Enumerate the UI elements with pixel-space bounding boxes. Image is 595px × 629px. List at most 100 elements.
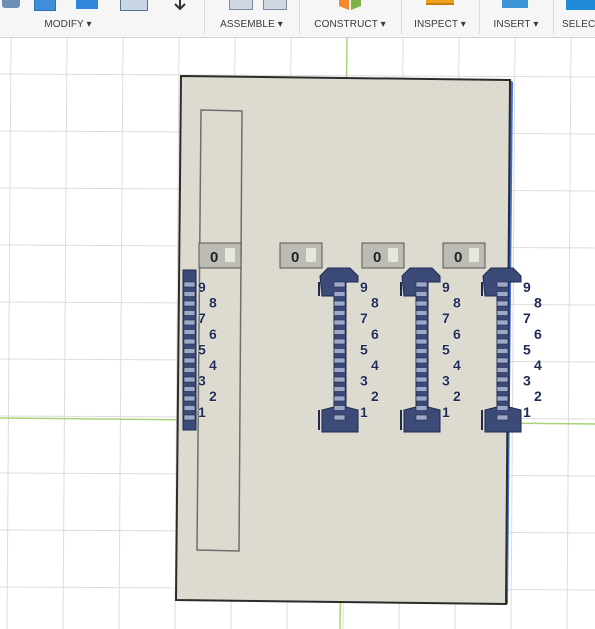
select-group[interactable]: SELECT xyxy=(554,0,595,37)
scale-digit: 1 xyxy=(360,404,368,420)
scale-digit: 9 xyxy=(442,279,450,295)
scale-digit: 8 xyxy=(209,295,217,311)
slider-tooth xyxy=(415,291,428,297)
scale-digit: 7 xyxy=(198,310,206,326)
slider-tooth xyxy=(415,386,428,392)
offset-plane-icon[interactable] xyxy=(337,0,363,10)
slider-tooth xyxy=(183,291,196,297)
scale-digit: 9 xyxy=(523,279,531,295)
scale-digit: 5 xyxy=(360,341,368,357)
slider-tooth xyxy=(183,338,196,345)
combine-icon[interactable] xyxy=(120,0,148,11)
slider-tooth xyxy=(496,319,509,326)
readout-notch xyxy=(469,248,479,262)
modify-group[interactable]: MODIFY ▾ xyxy=(0,0,200,37)
canvas-drawing[interactable]: 0987654321098765432109876543210987654321 xyxy=(0,38,595,629)
slider-tooth xyxy=(333,405,346,411)
scale-digit: 1 xyxy=(198,404,206,420)
assemble-group[interactable]: ASSEMBLE ▾ xyxy=(205,0,298,37)
scale-digit: 4 xyxy=(371,357,379,373)
readout-notch xyxy=(388,248,398,262)
joint-icon[interactable] xyxy=(263,0,287,10)
new-component-icon[interactable] xyxy=(229,0,253,10)
slider-tooth xyxy=(496,376,509,383)
readout-value: 0 xyxy=(210,249,218,266)
slider-tooth xyxy=(496,405,509,411)
scale-digit: 8 xyxy=(453,295,461,311)
insert-menu[interactable]: INSERT ▾ xyxy=(480,19,552,30)
scale-digit: 5 xyxy=(198,341,206,357)
slider-tooth xyxy=(333,376,346,383)
slider-tooth xyxy=(496,395,509,402)
slider-tooth xyxy=(333,319,346,326)
readout-value: 0 xyxy=(373,249,381,266)
slider-tooth xyxy=(333,310,346,316)
slider-tooth xyxy=(415,310,428,316)
design-canvas[interactable]: 0987654321098765432109876543210987654321 xyxy=(0,38,595,629)
slider-tooth xyxy=(183,300,196,307)
inspect-group[interactable]: INSPECT ▾ xyxy=(402,0,478,37)
scale-digit: 5 xyxy=(442,341,450,357)
slider-tooth xyxy=(496,414,509,421)
scale-digit: 7 xyxy=(523,310,531,326)
scale-digit: 2 xyxy=(371,388,379,404)
slider-tooth xyxy=(183,395,196,402)
slider-tooth xyxy=(496,310,509,316)
grid-line xyxy=(62,38,68,629)
slider-tooth xyxy=(183,319,196,326)
select-icon[interactable] xyxy=(566,0,595,10)
slider-tooth xyxy=(333,367,346,373)
slider-tooth xyxy=(333,291,346,297)
slider-tooth xyxy=(496,291,509,297)
slider-tooth xyxy=(333,329,346,335)
scale-digit: 6 xyxy=(209,326,217,342)
slider-tooth xyxy=(496,281,509,288)
insert-image-icon[interactable] xyxy=(502,0,528,8)
slider-tooth xyxy=(183,376,196,383)
assemble-menu[interactable]: ASSEMBLE ▾ xyxy=(205,19,298,30)
grid-line xyxy=(118,38,124,629)
slider-tooth xyxy=(183,310,196,316)
slider-tooth xyxy=(183,281,196,288)
slider-tooth xyxy=(183,405,196,411)
fillet-icon[interactable] xyxy=(34,0,56,11)
scale-digit: 2 xyxy=(453,388,461,404)
slider-tooth xyxy=(415,367,428,373)
scale-digit: 1 xyxy=(442,404,450,420)
measure-icon[interactable] xyxy=(426,0,454,5)
scale-digit: 7 xyxy=(360,310,368,326)
scale-digit: 8 xyxy=(534,295,542,311)
slider-tooth xyxy=(183,386,196,392)
slider-tooth xyxy=(333,348,346,354)
slider-tooth xyxy=(415,338,428,345)
construct-menu[interactable]: CONSTRUCT ▾ xyxy=(300,19,400,30)
slider-tooth xyxy=(415,281,428,288)
shell-icon[interactable] xyxy=(76,0,98,9)
scale-digit: 2 xyxy=(209,388,217,404)
slider-tooth xyxy=(496,338,509,345)
scale-digit: 4 xyxy=(453,357,461,373)
move-icon[interactable] xyxy=(172,0,188,11)
slider-tooth xyxy=(415,376,428,383)
push-pull-icon[interactable] xyxy=(2,0,20,8)
readout-value: 0 xyxy=(291,249,299,266)
construct-group[interactable]: CONSTRUCT ▾ xyxy=(300,0,400,37)
readout-window: 0 xyxy=(361,242,405,269)
slider-tooth xyxy=(333,386,346,392)
slider-bar[interactable] xyxy=(182,269,197,431)
slider-tooth xyxy=(496,357,509,364)
slider-tooth xyxy=(496,329,509,335)
slider-tooth xyxy=(496,367,509,373)
slider-tooth xyxy=(333,395,346,402)
slider-tooth xyxy=(333,338,346,345)
scale-digit: 6 xyxy=(534,326,542,342)
slider-tooth xyxy=(333,414,346,421)
slider-tooth xyxy=(415,300,428,307)
inspect-menu[interactable]: INSPECT ▾ xyxy=(402,19,478,30)
slider-tooth xyxy=(183,329,196,335)
slider-tooth xyxy=(183,367,196,373)
select-menu[interactable]: SELECT xyxy=(562,19,595,30)
slider-tooth xyxy=(333,300,346,307)
insert-group[interactable]: INSERT ▾ xyxy=(480,0,552,37)
modify-menu[interactable]: MODIFY ▾ xyxy=(0,19,136,30)
